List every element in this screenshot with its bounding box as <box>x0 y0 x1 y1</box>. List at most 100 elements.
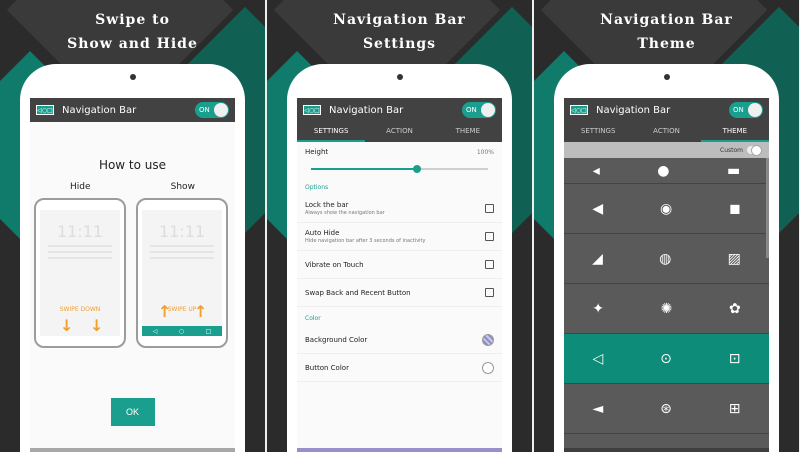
app-icon: ◁○□ <box>303 105 321 115</box>
mini-phone-show: 11:11 SWIPE UP ◁ ○ □ ↑ ↑ <box>136 198 228 348</box>
phone-screen: ◁○□ Navigation Bar ON SETTINGS ACTION TH… <box>564 98 769 452</box>
tab-bar: SETTINGS ACTION THEME <box>297 122 502 142</box>
theme-back-icon: ◢ <box>592 250 603 267</box>
custom-row: Custom <box>564 142 769 158</box>
theme-recent-icon: ▨ <box>727 250 741 267</box>
system-navbar: ◁ ○ □ <box>564 448 769 452</box>
phone-frame: ◁○□ Navigation Bar ON SETTINGS ACTION TH… <box>554 64 779 452</box>
options-header: Options <box>305 184 329 191</box>
arrow-up-icon: ↑ <box>194 302 208 321</box>
theme-home-icon: ⊙ <box>660 350 672 367</box>
app-bar: ◁○□ Navigation Bar ON <box>30 98 235 122</box>
panel-caption: Navigation Bar Theme <box>600 12 733 52</box>
howto-heading: How to use <box>98 158 167 172</box>
app-bar: ◁○□ Navigation Bar ON <box>564 98 769 122</box>
button-color-swatch[interactable] <box>482 361 494 374</box>
speaker <box>129 74 136 80</box>
system-navbar: ◁ ○ □ <box>297 448 502 452</box>
system-navbar: ◁ ○ □ <box>30 448 235 452</box>
toggle-knob <box>214 103 228 117</box>
app-icon: ◁○□ <box>36 105 54 115</box>
tab-theme[interactable]: THEME <box>434 122 502 142</box>
vibrate-checkbox[interactable] <box>485 260 494 269</box>
mini-phone-hide: 11:11 SWIPE DOWN ↓ ↓ <box>34 198 126 348</box>
tab-settings[interactable]: SETTINGS <box>297 122 366 142</box>
theme-row[interactable]: ◢ ◍ ▨ <box>564 234 769 284</box>
theme-row[interactable]: ◁ ⊙ ⊡ <box>564 334 769 384</box>
phone-screen: ◁○□ Navigation Bar ON How to use Hide Sh… <box>30 98 235 452</box>
howto-columns: Hide Show <box>30 182 235 192</box>
theme-row[interactable]: ◄ ⊛ ⊞ <box>564 384 769 434</box>
theme-row[interactable]: ◂ ● ▬ <box>564 158 769 184</box>
app-bar: ◁○□ Navigation Bar ON <box>297 98 502 122</box>
swipe-up-label: SWIPE UP <box>167 306 197 313</box>
arrow-up-icon: ↑ <box>158 302 172 321</box>
show-label: Show <box>170 182 195 192</box>
theme-home-icon: ◉ <box>659 200 673 217</box>
theme-recent-icon: ⊡ <box>728 350 741 367</box>
enable-toggle[interactable]: ON <box>462 102 496 118</box>
theme-back-icon: ◄ <box>592 400 604 417</box>
app-icon: ◁○□ <box>570 105 588 115</box>
theme-back-icon: ◁ <box>592 350 604 367</box>
swap-checkbox[interactable] <box>485 288 494 297</box>
panel-caption: Swipe to Show and Hide <box>67 12 198 52</box>
panel-caption: Navigation Bar Settings <box>333 12 466 52</box>
color-header: Color <box>305 315 321 322</box>
lock-checkbox[interactable] <box>485 204 494 213</box>
height-row: Height 100% <box>297 142 502 162</box>
panel-swipe: Swipe to Show and Hide ◁○□ Navigation Ba… <box>0 0 265 452</box>
height-value: 100% <box>476 148 494 156</box>
app-title: Navigation Bar <box>596 104 671 116</box>
arrow-down-icon: ↓ <box>90 316 104 335</box>
clock: 11:11 <box>158 222 206 241</box>
theme-recent-icon: ◼ <box>728 200 741 217</box>
theme-recent-icon: ✿ <box>728 300 741 317</box>
theme-recent-icon: ▬ <box>727 162 741 179</box>
hide-label: Hide <box>70 182 91 192</box>
theme-home-icon: ✺ <box>660 300 673 317</box>
tab-settings[interactable]: SETTINGS <box>564 122 632 142</box>
app-title: Navigation Bar <box>62 104 137 116</box>
enable-toggle[interactable]: ON <box>195 102 229 118</box>
custom-label: Custom <box>720 146 743 154</box>
setting-row-lock[interactable]: Lock the bar Always show the navigation b… <box>297 195 502 223</box>
tab-action[interactable]: ACTION <box>632 122 700 142</box>
enable-toggle[interactable]: ON <box>729 102 763 118</box>
theme-row[interactable]: ✦ ✺ ✿ <box>564 284 769 334</box>
phone-frame: ◁○□ Navigation Bar ON SETTINGS ACTION TH… <box>287 64 512 452</box>
swipe-down-label: SWIPE DOWN <box>59 306 101 313</box>
setting-row-autohide[interactable]: Auto Hide Hide navigation bar after 3 sec… <box>297 223 502 251</box>
theme-home-icon: ● <box>657 162 670 179</box>
theme-home-icon: ◍ <box>659 250 672 267</box>
panel-theme: Navigation Bar Theme ◁○□ Navigation Bar … <box>534 0 799 452</box>
theme-back-icon: ◂ <box>592 162 600 179</box>
panel-settings: Navigation Bar Settings ◁○□ Navigation B… <box>267 0 532 452</box>
arrow-down-icon: ↓ <box>60 316 74 335</box>
ok-button[interactable]: OK <box>110 398 155 426</box>
phone-frame: ◁○□ Navigation Bar ON How to use Hide Sh… <box>20 64 245 452</box>
button-color-row[interactable]: Button Color <box>297 354 502 382</box>
tab-action[interactable]: ACTION <box>365 122 433 142</box>
background-color-row[interactable]: Background Color <box>297 326 502 354</box>
setting-row-swap[interactable]: Swap Back and Recent Button <box>297 279 502 307</box>
custom-toggle[interactable] <box>747 145 762 156</box>
height-label: Height <box>305 148 329 156</box>
theme-back-icon: ◀ <box>592 200 604 217</box>
height-slider[interactable] <box>305 162 494 176</box>
background-color-swatch[interactable] <box>482 333 494 346</box>
app-title: Navigation Bar <box>329 104 404 116</box>
tab-theme[interactable]: THEME <box>700 122 769 142</box>
slider-thumb[interactable] <box>413 165 422 173</box>
setting-row-vibrate[interactable]: Vibrate on Touch <box>297 251 502 279</box>
theme-list: ◂ ● ▬ ◀ ◉ ◼ ◢ ◍ ▨ ✦ ✺ ✿ ◁ ⊙ ⊡ ◄ ⊛ ⊞ <box>564 158 769 434</box>
theme-home-icon: ⊛ <box>660 400 672 417</box>
clock: 11:11 <box>56 222 104 241</box>
tab-bar: SETTINGS ACTION THEME <box>564 122 769 142</box>
scrollbar[interactable] <box>766 158 769 258</box>
theme-back-icon: ✦ <box>592 300 605 317</box>
mini-navbar: ◁ ○ □ <box>142 326 222 336</box>
autohide-checkbox[interactable] <box>485 232 494 241</box>
theme-row[interactable]: ◀ ◉ ◼ <box>564 184 769 234</box>
phone-screen: ◁○□ Navigation Bar ON SETTINGS ACTION TH… <box>297 98 502 452</box>
